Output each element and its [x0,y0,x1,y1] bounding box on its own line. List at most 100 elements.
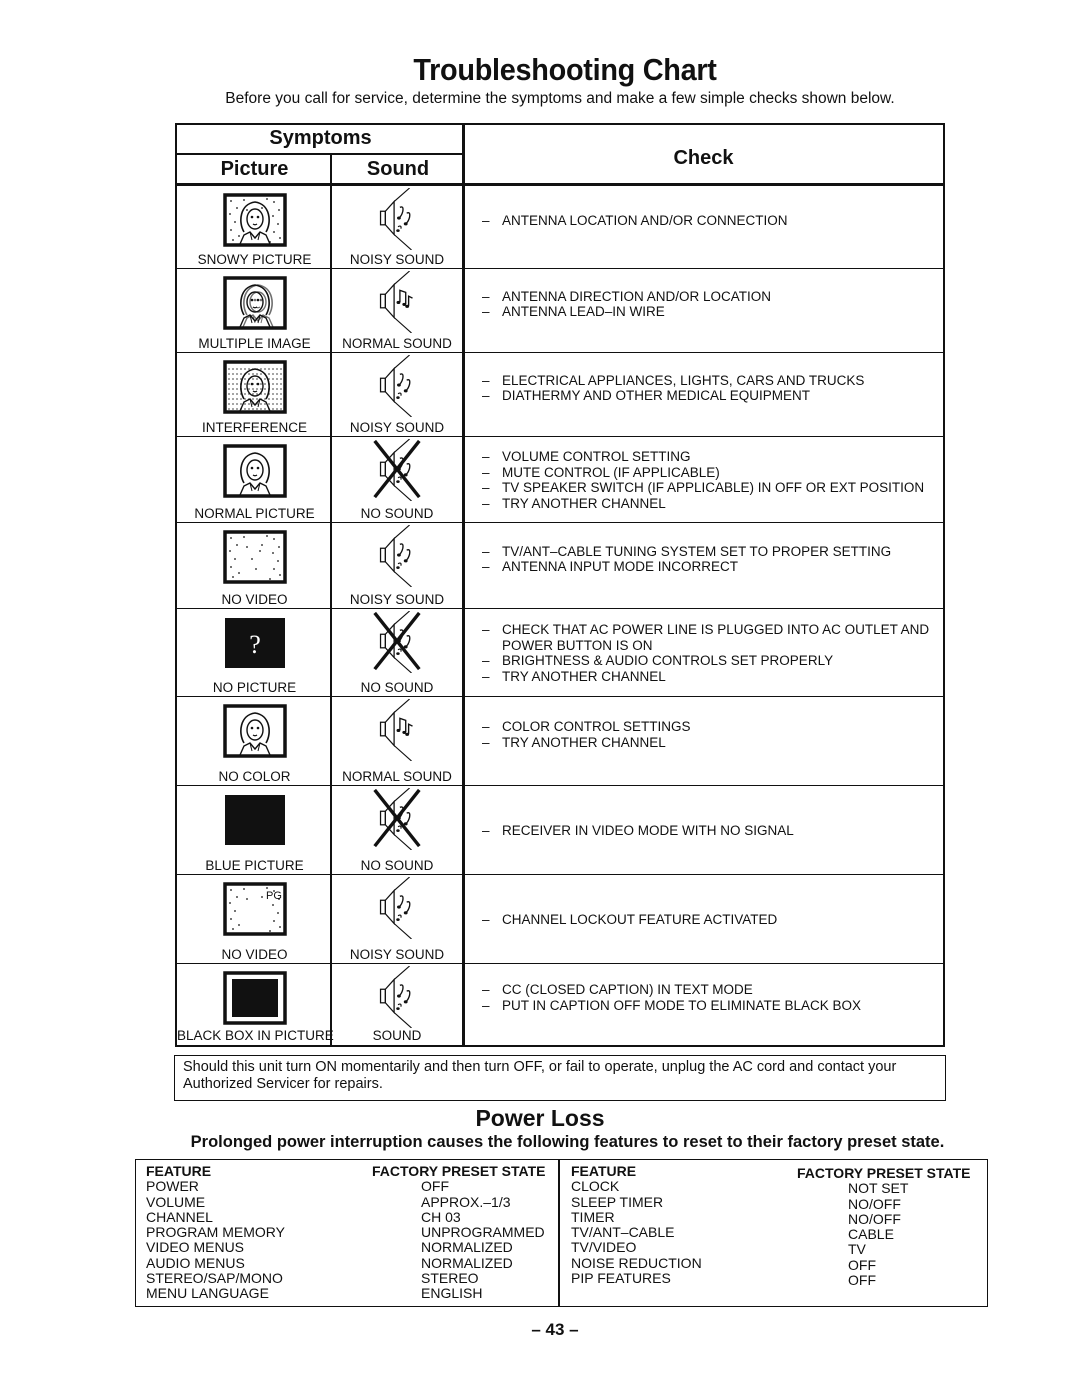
preset-state: TV [848,1241,866,1258]
check-text: TRY ANOTHER CHANNEL [502,495,666,511]
feature-name: PROGRAM MEMORY [146,1224,285,1241]
check-item: – CHECK THAT AC POWER LINE IS PLUGGED INT… [482,622,943,653]
check-text: TRY ANOTHER CHANNEL [502,668,666,684]
blank-screen-icon [222,792,288,853]
table-row: PG NO VIDEO NOISY SOUND – CHANNEL LOCKOUT F… [177,875,943,964]
check-item: – MUTE CONTROL (IF APPLICABLE) [482,465,943,481]
preset-state: NOT SET [848,1180,909,1197]
feature-name: CHANNEL [146,1208,213,1225]
preset-state: NORMALIZED [421,1239,513,1256]
picture-symptom-label: NORMAL PICTURE [194,506,315,521]
static-tv-icon [222,529,288,590]
picture-cell: NO COLOR [177,697,332,786]
sound-symptom-label: NOISY SOUND [349,252,445,267]
sound-cell: NOISY SOUND [332,186,462,269]
feature-name: TIMER [571,1208,615,1225]
bullet-dash: – [482,559,490,574]
check-text: TRY ANOTHER CHANNEL [502,734,666,750]
preset-state: APPROX.–1/3 [421,1193,511,1210]
feature-name: SLEEP TIMER [571,1193,664,1210]
feature-name: VIDEO MENUS [146,1239,245,1256]
sound-symptom-label: NORMAL SOUND [342,769,452,784]
preset-state: OFF [421,1178,449,1195]
feature-name: TV/ANT–CABLE [571,1224,675,1241]
bullet-dash: – [482,288,490,304]
preset-state: OFF [848,1272,876,1289]
preset-state: NORMALIZED [421,1254,513,1271]
sound-cell: NORMAL SOUND [332,697,462,786]
check-cell: – TV/ANT–CABLE TUNING SYSTEM SET TO PROPE… [464,523,943,609]
bullet-dash: – [482,734,490,750]
header-check: Check [673,147,734,169]
picture-symptom-label: NO VIDEO [221,592,288,607]
feature-name: CLOCK [571,1178,620,1195]
bullet-dash: – [482,464,490,480]
bullet-dash: – [482,668,490,684]
muted-speaker-icon [362,787,432,855]
check-item: – CC (CLOSED CAPTION) IN TEXT MODE [482,982,943,998]
check-cell: – ANTENNA DIRECTION AND/OR LOCATION – ANTEN… [464,269,943,353]
sound-symptom-label: NOISY SOUND [349,947,445,962]
check-item: – ELECTRICAL APPLIANCES, LIGHTS, CARS AND… [482,373,943,389]
bullet-dash: – [482,304,490,319]
bullet-dash: – [482,480,490,495]
table-row: BLACK BOX IN PICTURE SOUND – CC (CLOSED CA… [177,964,943,1045]
sound-cell: NORMAL SOUND [332,269,462,353]
check-cell: – ELECTRICAL APPLIANCES, LIGHTS, CARS AND… [464,353,943,437]
right-state-column: NOT SET NO/OFF NO/OFF CABLE TV OFF OFF [848,1166,908,1288]
preset-state: CABLE [848,1226,894,1243]
table-row: ? NO PICTURE NO SOUND – CHECK THAT AC POWER… [177,609,943,697]
sound-symptom-label: SOUND [372,1028,422,1043]
normal-speaker-icon [362,698,432,766]
check-item: – TV SPEAKER SWITCH (IF APPLICABLE) IN OF… [482,480,943,496]
left-feature-column: FEATURE POWER VOLUME CHANNEL PROGRAM MEMORY… [146,1163,285,1302]
bullet-dash: – [482,622,490,637]
table-row: NO COLOR NORMAL SOUND – COLOR CONTROL SETT… [177,697,943,786]
normal-tv-icon [222,703,288,764]
sound-symptom-label: NO SOUND [360,858,434,873]
picture-cell: BLUE PICTURE [177,786,332,875]
normal-speaker-icon [362,270,432,338]
header-symptoms: Symptoms [269,127,372,149]
bullet-dash: – [482,653,490,668]
noisy-speaker-icon [362,965,432,1033]
bullet-dash: – [482,212,490,228]
page-number: – 43 – [531,1320,579,1339]
bullet-dash: – [482,982,490,997]
sound-cell: NO SOUND [332,437,462,523]
check-text: RECEIVER IN VIDEO MODE WITH NO SIGNAL [502,822,794,838]
sound-cell: NO SOUND [332,786,462,875]
check-cell: – CHANNEL LOCKOUT FEATURE ACTIVATED [464,875,943,964]
check-item: – ANTENNA DIRECTION AND/OR LOCATION [482,289,943,305]
muted-speaker-icon [362,438,432,506]
check-item: – TV/ANT–CABLE TUNING SYSTEM SET TO PROPE… [482,544,943,560]
page-title: Troubleshooting Chart [413,52,717,87]
sound-symptom-label: NO SOUND [360,680,434,695]
check-cell: – CHECK THAT AC POWER LINE IS PLUGGED INT… [464,609,943,697]
check-cell: – RECEIVER IN VIDEO MODE WITH NO SIGNAL [464,786,943,875]
sound-symptom-label: NORMAL SOUND [342,336,452,351]
check-item: – ANTENNA LEAD–IN WIRE [482,304,943,320]
feature-name: VOLUME [146,1193,206,1210]
picture-cell: NORMAL PICTURE [177,437,332,523]
bullet-dash: – [482,719,490,734]
multiple-image-tv-icon [222,275,288,336]
check-text: ANTENNA INPUT MODE INCORRECT [502,559,739,574]
check-text: MUTE CONTROL (IF APPLICABLE) [502,464,720,480]
bullet-dash: – [482,822,490,838]
check-cell: – COLOR CONTROL SETTINGS – TRY ANOTHER CHAN… [464,697,943,786]
header-picture: Picture [220,158,289,180]
feature-name: STEREO/SAP/MONO [146,1270,283,1287]
check-item: – COLOR CONTROL SETTINGS [482,719,943,735]
noisy-speaker-icon [362,524,432,592]
picture-cell: SNOWY PICTURE [177,186,332,269]
preset-state: STEREO [421,1270,479,1287]
feature-name: POWER [146,1178,199,1195]
check-item: – TRY ANOTHER CHANNEL [482,496,943,512]
check-cell: – CC (CLOSED CAPTION) IN TEXT MODE – PUT IN… [464,964,943,1045]
check-text: BRIGHTNESS & AUDIO CONTROLS SET PROPERLY [502,653,834,668]
picture-symptom-label: NO VIDEO [221,947,288,962]
sound-cell: NOISY SOUND [332,523,462,609]
preset-state: OFF [848,1256,876,1273]
service-note: Should this unit turn ON momentarily and… [174,1055,946,1101]
